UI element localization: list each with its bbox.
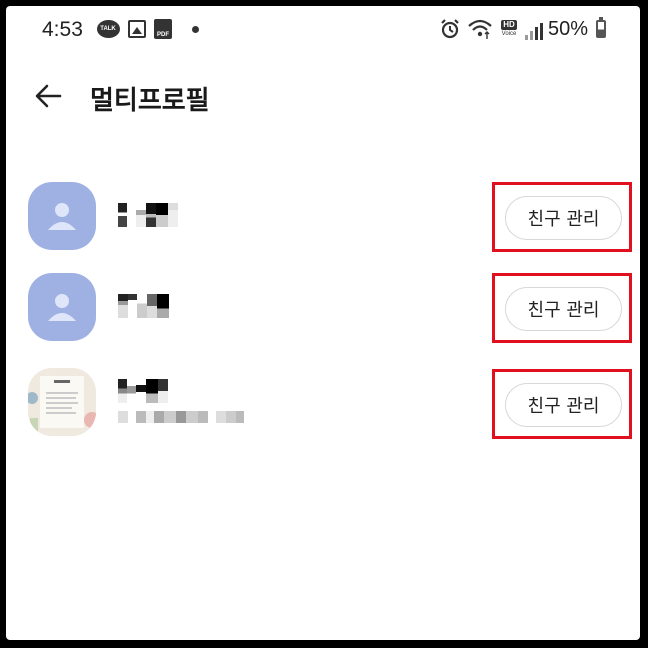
highlight-box: 친구 관리 (492, 273, 632, 343)
voice-label: Voice (501, 31, 517, 37)
back-arrow-icon (35, 84, 62, 108)
battery-icon (594, 17, 608, 40)
hd-badge: HD (501, 20, 517, 30)
talk-badge: TALK (96, 20, 120, 38)
wifi-icon (466, 18, 494, 40)
profile-name-redacted (118, 294, 169, 318)
alarm-icon (438, 18, 462, 40)
person-icon (48, 203, 76, 230)
avatar (28, 182, 96, 250)
status-time: 4:53 (42, 18, 83, 41)
app-header: 멀티프로필 (6, 66, 640, 126)
avatar (28, 368, 96, 436)
profile-row[interactable]: 친구 관리 (6, 177, 640, 257)
talk-icon: TALK (96, 18, 120, 40)
avatar (28, 273, 96, 341)
manage-friends-button[interactable]: 친구 관리 (505, 287, 622, 331)
highlight-box: 친구 관리 (492, 369, 632, 439)
highlight-box: 친구 관리 (492, 182, 632, 252)
profile-row[interactable]: 친구 관리 (6, 363, 640, 443)
battery-percent: 50% (548, 18, 589, 40)
back-button[interactable] (30, 78, 66, 114)
manage-friends-button[interactable]: 친구 관리 (505, 196, 622, 240)
profile-name-redacted (118, 203, 178, 227)
page-title: 멀티프로필 (90, 86, 210, 116)
signal-icon (524, 18, 544, 40)
profile-name-redacted (118, 379, 168, 403)
pdf-badge: PDF (154, 19, 172, 39)
manage-friends-button[interactable]: 친구 관리 (505, 383, 622, 427)
notification-dot-icon (190, 18, 200, 40)
profile-status-redacted (118, 411, 244, 423)
person-icon (48, 294, 76, 321)
screen: 4:53 TALK PDF HD Voice 50% 멀티프로필 친구 관리 친… (6, 6, 640, 640)
pdf-icon: PDF (152, 18, 174, 40)
status-bar: 4:53 TALK PDF HD Voice 50% (6, 6, 640, 50)
hd-voice-icon: HD Voice (498, 18, 520, 40)
gallery-icon (126, 18, 148, 40)
profile-row[interactable]: 친구 관리 (6, 268, 640, 348)
profile-photo-icon (28, 368, 96, 436)
